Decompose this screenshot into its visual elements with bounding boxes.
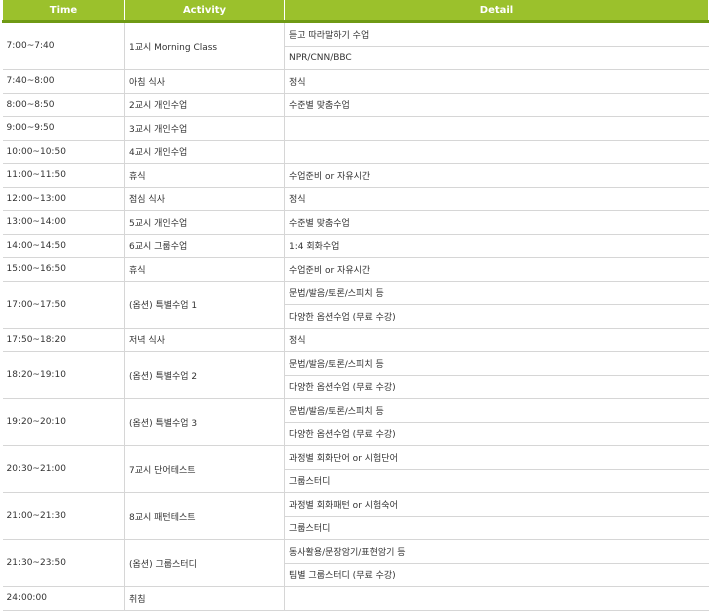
detail-cell: 정식 [284, 69, 709, 94]
activity-cell: (옵션) 특별수업 2 [124, 351, 285, 399]
table-row: 11:00~11:50 휴식 수업준비 or 자유시간 [2, 163, 709, 188]
table-row: 8:00~8:50 2교시 개인수업 수준별 맞춤수업 [2, 92, 709, 117]
activity-cell: 3교시 개인수업 [124, 116, 285, 141]
schedule-table: Time Activity Detail 7:00~7:40 1교시 Mornin… [2, 0, 709, 611]
time-cell: 21:30~23:50 [2, 539, 125, 587]
schedule-header: Time Activity Detail [2, 0, 709, 23]
table-row: 17:50~18:20 저녁 식사 정식 [2, 327, 709, 352]
time-cell: 9:00~9:50 [2, 116, 125, 141]
time-cell: 15:00~16:50 [2, 257, 125, 282]
table-row: 7:40~8:00 아침 식사 정식 [2, 69, 709, 94]
time-cell: 17:00~17:50 [2, 280, 125, 329]
activity-cell: 4교시 개인수업 [124, 139, 285, 164]
detail-cell: 다양한 옵션수업 (무료 수강) [284, 374, 709, 399]
header-row: Time Activity Detail [2, 0, 709, 23]
table-row: 14:00~14:50 6교시 그룹수업 1:4 회화수업 [2, 233, 709, 258]
detail-cell [284, 139, 709, 164]
time-cell: 17:50~18:20 [2, 327, 125, 352]
time-cell: 19:20~20:10 [2, 398, 125, 446]
time-cell: 8:00~8:50 [2, 92, 125, 117]
table-row: 18:20~19:10 (옵션) 특별수업 2 문법/발음/토론/스피치 등 [2, 351, 709, 399]
activity-cell: 2교시 개인수업 [124, 92, 285, 117]
activity-cell: 휴식 [124, 257, 285, 282]
time-cell: 12:00~13:00 [2, 186, 125, 211]
activity-cell: 취침 [124, 586, 285, 611]
activity-cell: 점심 식사 [124, 186, 285, 211]
schedule-body: 7:00~7:40 1교시 Morning Class 듣고 따라말하기 수업 NPR… [2, 21, 709, 611]
activity-cell: (옵션) 특별수업 3 [124, 398, 285, 446]
detail-cell: 과정별 회화단어 or 시험단어 [284, 445, 709, 470]
activity-cell: 7교시 단어테스트 [124, 445, 285, 493]
detail-cell: 수업준비 or 자유시간 [284, 257, 709, 282]
schedule-container: Time Activity Detail 7:00~7:40 1교시 Mornin… [0, 0, 710, 611]
time-cell: 11:00~11:50 [2, 163, 125, 188]
table-row: 20:30~21:00 7교시 단어테스트 과정별 회화단어 or 시험단어 [2, 445, 709, 493]
detail-cell: 그룹스터디 [284, 515, 709, 540]
header-detail: Detail [284, 0, 709, 23]
detail-cell: 정식 [284, 186, 709, 211]
header-time: Time [2, 0, 125, 23]
detail-cell: 정식 [284, 327, 709, 352]
activity-cell: 저녁 식사 [124, 327, 285, 352]
detail-cell: 팀별 그룹스터디 (무료 수강) [284, 562, 709, 587]
activity-cell: 휴식 [124, 163, 285, 188]
time-cell: 20:30~21:00 [2, 445, 125, 493]
table-row: 19:20~20:10 (옵션) 특별수업 3 문법/발음/토론/스피치 등 [2, 398, 709, 446]
time-cell: 7:40~8:00 [2, 69, 125, 94]
time-cell: 7:00~7:40 [2, 21, 125, 70]
detail-cell: 과정별 회화패턴 or 시험숙어 [284, 492, 709, 517]
detail-cell: 문법/발음/토론/스피치 등 [284, 351, 709, 376]
detail-cell: 그룹스터디 [284, 468, 709, 493]
time-cell: 24:00:00 [2, 586, 125, 611]
detail-cell [284, 116, 709, 141]
table-row: 24:00:00 취침 [2, 586, 709, 611]
time-cell: 10:00~10:50 [2, 139, 125, 164]
detail-cell: 다양한 옵션수업 (무료 수강) [284, 304, 709, 329]
time-cell: 14:00~14:50 [2, 233, 125, 258]
table-row: 21:30~23:50 (옵션) 그룹스터디 동사활용/문장암기/표현암기 등 [2, 539, 709, 587]
detail-cell: 다양한 옵션수업 (무료 수강) [284, 421, 709, 446]
activity-cell: 5교시 개인수업 [124, 210, 285, 235]
time-cell: 18:20~19:10 [2, 351, 125, 399]
activity-cell: (옵션) 특별수업 1 [124, 280, 285, 329]
activity-cell: 8교시 패턴테스트 [124, 492, 285, 540]
activity-cell: 아침 식사 [124, 69, 285, 94]
table-row: 10:00~10:50 4교시 개인수업 [2, 139, 709, 164]
table-row: 17:00~17:50 (옵션) 특별수업 1 문법/발음/토론/스피치 등 [2, 280, 709, 329]
time-cell: 21:00~21:30 [2, 492, 125, 540]
table-row: 21:00~21:30 8교시 패턴테스트 과정별 회화패턴 or 시험숙어 [2, 492, 709, 540]
detail-cell: 수준별 맞춤수업 [284, 92, 709, 117]
detail-cell: 문법/발음/토론/스피치 등 [284, 280, 709, 305]
table-row: 12:00~13:00 점심 식사 정식 [2, 186, 709, 211]
activity-cell: 1교시 Morning Class [124, 21, 285, 70]
detail-cell: 수준별 맞춤수업 [284, 210, 709, 235]
detail-cell: NPR/CNN/BBC [284, 45, 709, 70]
table-row: 9:00~9:50 3교시 개인수업 [2, 116, 709, 141]
detail-cell [284, 586, 709, 611]
detail-cell: 1:4 회화수업 [284, 233, 709, 258]
time-cell: 13:00~14:00 [2, 210, 125, 235]
table-row: 15:00~16:50 휴식 수업준비 or 자유시간 [2, 257, 709, 282]
header-activity: Activity [124, 0, 285, 23]
detail-cell: 동사활용/문장암기/표현암기 등 [284, 539, 709, 564]
table-row: 7:00~7:40 1교시 Morning Class 듣고 따라말하기 수업 [2, 21, 709, 70]
detail-cell: 문법/발음/토론/스피치 등 [284, 398, 709, 423]
detail-cell: 듣고 따라말하기 수업 [284, 21, 709, 47]
detail-cell: 수업준비 or 자유시간 [284, 163, 709, 188]
activity-cell: 6교시 그룹수업 [124, 233, 285, 258]
activity-cell: (옵션) 그룹스터디 [124, 539, 285, 587]
table-row: 13:00~14:00 5교시 개인수업 수준별 맞춤수업 [2, 210, 709, 235]
